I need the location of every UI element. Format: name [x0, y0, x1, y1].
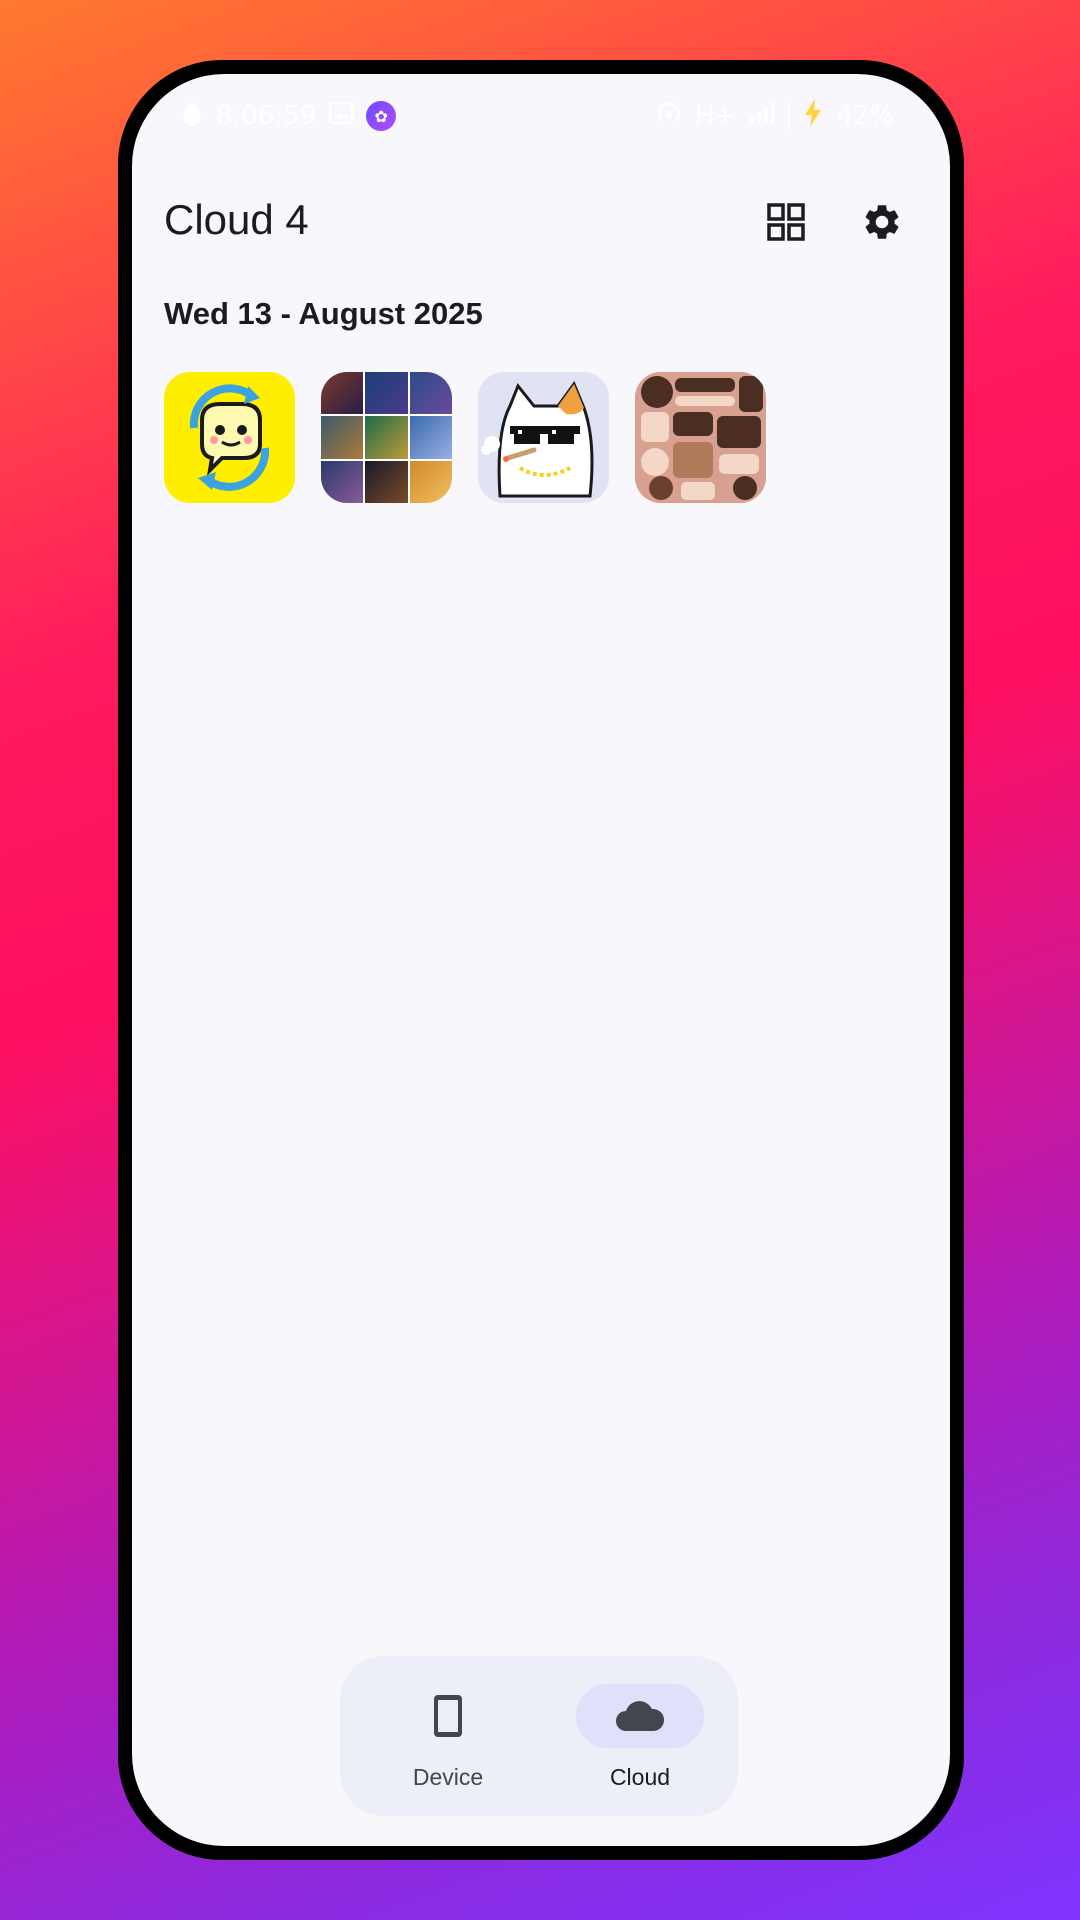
cat-sunglasses-sticker-image: [481, 380, 594, 498]
section-date-header: Wed 13 - August 2025: [164, 296, 483, 331]
app-badge-icon: ✿: [366, 101, 397, 131]
thumbnail-cat-sunglasses-sticker[interactable]: [478, 372, 609, 503]
bottom-navigation: Device Cloud: [340, 1656, 738, 1816]
collage-cell: [409, 460, 452, 503]
collage-cell: [321, 372, 364, 415]
cloud-icon: [604, 1684, 676, 1748]
widgets-screenshot-image: [635, 372, 766, 503]
app-screen: 8:06:59 ✿ H+ 42% Cloud 4 Wed 13 - August…: [132, 74, 950, 1846]
chat-sync-sticker-image: [189, 384, 270, 491]
status-bar: 8:06:59 ✿ H+ 42%: [132, 94, 950, 138]
nav-label-device: Device: [412, 1764, 484, 1790]
thumbnail-widgets-screenshot[interactable]: [635, 372, 766, 503]
collage-cell: [409, 372, 452, 415]
top-app-bar: Cloud 4: [132, 174, 950, 270]
collage-cell: [409, 416, 452, 459]
thumbnail-photo-collage[interactable]: [321, 372, 452, 503]
phone-frame: 8:06:59 ✿ H+ 42% Cloud 4 Wed 13 - August…: [118, 60, 964, 1860]
collage-cell: [365, 416, 408, 459]
battery-level: 42%: [836, 101, 894, 131]
collage-cell: [365, 460, 408, 503]
status-time: 8:06:59: [216, 101, 317, 131]
nav-item-device[interactable]: Device: [368, 1656, 528, 1816]
grid-view-button[interactable]: [756, 194, 816, 254]
collage-cell: [321, 416, 364, 459]
nav-label-cloud: Cloud: [609, 1764, 671, 1790]
page-title: Cloud 4: [164, 196, 309, 243]
water-drop-icon: [180, 99, 204, 134]
image-icon: [328, 101, 354, 132]
grid-view-icon: [766, 202, 806, 246]
signal-icon: [748, 101, 776, 132]
thumbnail-row: [164, 372, 766, 503]
collage-cell: [321, 460, 364, 503]
gear-icon: [861, 201, 903, 247]
nav-item-cloud[interactable]: Cloud: [560, 1656, 720, 1816]
collage-cell: [365, 372, 408, 415]
thumbnail-chat-sync-sticker[interactable]: [164, 372, 295, 503]
status-divider: [788, 101, 791, 131]
smartphone-icon: [412, 1684, 484, 1748]
settings-button[interactable]: [852, 194, 912, 254]
charging-icon: [802, 98, 824, 135]
network-type: H+: [694, 101, 737, 131]
hotspot-icon: [655, 99, 683, 134]
